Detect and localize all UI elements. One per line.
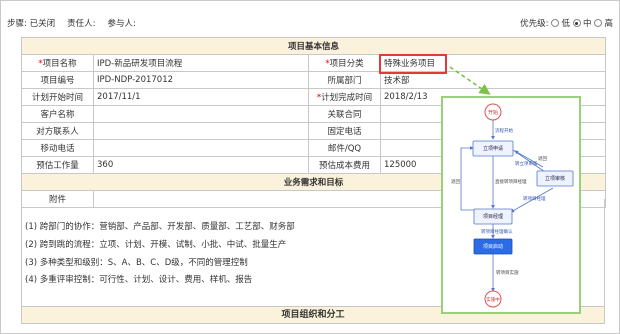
priority-label: 优先级: (520, 19, 549, 29)
priority-mid-radio[interactable] (572, 19, 581, 27)
priority-group: 优先级: 低 中 高 (520, 17, 613, 29)
start-label: 开始 (488, 109, 498, 116)
mobile-field[interactable] (93, 139, 309, 157)
process-start-label: 流程开始 (495, 127, 513, 134)
priority-high-radio[interactable] (594, 19, 603, 27)
section-basic-info: 项目基本信息 (20, 37, 607, 55)
customer-label: 客户名称 (21, 105, 94, 123)
direct-label: 直接转项目经理 (495, 178, 527, 185)
workload-label: 预估工作量 (21, 156, 94, 174)
requirement-item: (2) 跨到跳的流程：立项、计划、开模、试制、小批、中试、批量生产 (25, 240, 287, 250)
priority-high-label: 高 (604, 19, 613, 29)
project-type-highlight (379, 54, 447, 74)
apply-label: 立项申请 (483, 145, 503, 152)
project-no-label: 项目编号 (21, 71, 94, 89)
topbar: 步骤: 已关闭 责任人: 参与人: 优先级: 低 中 高 (7, 15, 613, 31)
plan-end-label: 计划完成时间 (308, 88, 381, 106)
workflow-diagram: 开始 流程开始 立项申请 退回 转立项审核 立项审核 直接转项目经理 退回 转项… (451, 103, 574, 308)
project-name-label: 项目名称 (21, 54, 94, 72)
workload-field[interactable]: 360 (93, 156, 309, 174)
participants-label: 参与人: (107, 19, 136, 29)
project-type-label: 项目分类 (308, 54, 381, 72)
contact-field[interactable] (93, 122, 309, 140)
requirement-item: (4) 多重评审控制：可行性、计划、设计、费用、样机、报告 (25, 275, 253, 285)
end-label: 实施中 (486, 296, 500, 303)
to-team-label: 转项目经理确认 (481, 228, 513, 235)
requirement-item: (3) 多种类型和级别：S、A、B、C、D级，不同的管理控制 (25, 258, 248, 268)
plan-start-field[interactable]: 2017/11/1 (93, 88, 309, 106)
submit-review-label: 转立项审核 (515, 160, 538, 167)
requirement-item: (1) 跨部门的协作：营销部、产品部、开发部、质量部、工艺部、财务部 (25, 222, 295, 232)
project-name-field[interactable]: IPD-新品研发项目流程 (93, 54, 309, 72)
back-label-2: 退回 (451, 178, 460, 185)
to-impl-label: 转项目实施 (496, 269, 519, 276)
workflow-popup: 开始 流程开始 立项申请 退回 转立项审核 立项审核 直接转项目经理 退回 转项… (441, 96, 581, 314)
cost-label: 预估成本费用 (308, 156, 381, 174)
owner-label: 责任人: (67, 19, 96, 29)
phone-label: 固定电话 (308, 122, 381, 140)
launch-label: 项目启动 (483, 243, 503, 250)
priority-mid-label: 中 (582, 19, 592, 29)
dept-label: 所属部门 (308, 71, 381, 89)
project-no-field[interactable]: IPD-NDP-2017012 (93, 71, 309, 89)
contract-label: 关联合同 (308, 105, 381, 123)
customer-field[interactable] (93, 105, 309, 123)
dept-field[interactable]: 技术部 (379, 71, 607, 89)
window-frame: 步骤: 已关闭 责任人: 参与人: 优先级: 低 中 高 项目基本信息 项目名称… (0, 0, 620, 334)
back-label-1: 退回 (538, 155, 547, 162)
contact-label: 对方联系人 (21, 122, 94, 140)
review-label: 立项审核 (545, 175, 565, 182)
to-pm-label: 转项目经理 (523, 195, 546, 202)
step-status: 步骤: 已关闭 (7, 19, 56, 29)
email-label: 邮件/QQ (308, 139, 381, 157)
priority-low-radio[interactable] (551, 19, 560, 27)
priority-low-label: 低 (561, 19, 570, 29)
plan-start-label: 计划开始时间 (21, 88, 94, 106)
pm-label: 项目经理 (483, 213, 503, 220)
mobile-label: 移动电话 (21, 139, 94, 157)
